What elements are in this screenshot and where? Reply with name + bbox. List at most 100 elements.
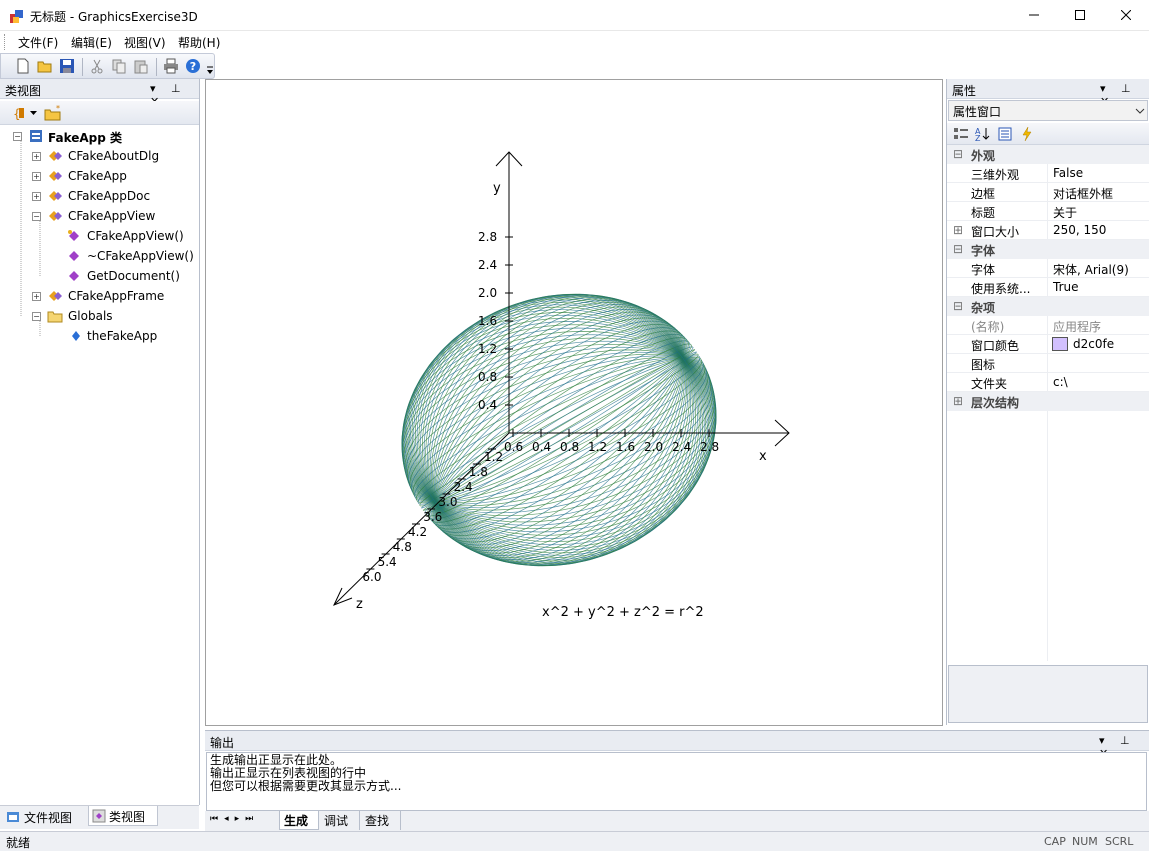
tab-build[interactable]: 生成 [279, 811, 319, 830]
paste-icon[interactable] [133, 58, 149, 74]
tab-debug[interactable]: 调试 [320, 811, 360, 830]
category-font[interactable]: ⊟ 字体 [947, 240, 1149, 259]
expand-icon[interactable]: ⊞ [953, 223, 963, 237]
property-row[interactable]: 标题 关于 [947, 202, 1149, 221]
y-tick-label: 0.8 [478, 370, 497, 384]
properties-panel: 属性 ▾ ⊥ ✕ 属性窗口 AZ ⊟外观 三维外观 False 边框 对话框外框 标… [946, 79, 1149, 725]
x-tick-label: 0.6 [504, 440, 523, 454]
property-value[interactable]: 250, 150 [1053, 223, 1106, 237]
y-tick-label: 2.4 [478, 258, 497, 272]
property-row[interactable]: 边框 对话框外框 [947, 183, 1149, 202]
class-icon [49, 191, 62, 201]
tree-expander[interactable]: − [32, 212, 41, 221]
tree-expander[interactable]: − [13, 132, 22, 141]
properties-toolbar: AZ [947, 123, 1149, 145]
menu-help[interactable]: 帮助(H) [178, 34, 220, 51]
plot-view[interactable]: y x z 0.4 0.8 1.2 1.6 2.0 2.4 2.8 0.6 0.4 0.8 1.2… [205, 79, 943, 726]
property-row[interactable]: 字体 宋体, Arial(9) [947, 259, 1149, 278]
x-tick-label: 1.6 [616, 440, 635, 454]
category-misc[interactable]: ⊟ 杂项 [947, 297, 1149, 316]
tab-class-view[interactable]: 类视图 [88, 806, 158, 826]
object-selector-value: 属性窗口 [953, 105, 1002, 119]
y-tick-label: 1.6 [478, 314, 497, 328]
tree-item[interactable]: Globals [68, 309, 113, 323]
save-icon[interactable] [59, 58, 75, 74]
tree-expander[interactable]: − [32, 312, 41, 321]
tree-item[interactable]: CFakeAppFrame [68, 289, 164, 303]
minimize-button[interactable] [1011, 0, 1057, 30]
menu-grip [4, 34, 7, 50]
events-lightning-icon[interactable] [1019, 126, 1035, 142]
output-text-area[interactable]: 生成输出正显示在此处。 输出正显示在列表视图的行中 但您可以根据需要更改其显示方… [206, 752, 1147, 811]
alphabetical-icon[interactable]: AZ [975, 126, 991, 142]
svg-text:*: * [56, 105, 60, 113]
property-row[interactable]: 图标 [947, 354, 1149, 373]
panel-title-text: 输出 [210, 736, 235, 750]
property-name: 文件夹 [971, 377, 1008, 391]
tree-item[interactable]: GetDocument() [87, 269, 180, 283]
tree-expander[interactable]: + [32, 152, 41, 161]
property-name: 图标 [971, 358, 996, 372]
property-value[interactable]: True [1053, 280, 1079, 294]
property-value[interactable]: d2c0fe [1073, 337, 1114, 351]
class-icon [49, 211, 62, 221]
window-title: 无标题 - GraphicsExercise3D [30, 10, 198, 24]
property-row[interactable]: 三维外观 False [947, 164, 1149, 183]
property-row[interactable]: 文件夹 c:\ [947, 373, 1149, 392]
tab-label: 生成 [284, 814, 309, 828]
property-value: 应用程序 [1053, 320, 1102, 334]
sort-icon[interactable]: { [12, 105, 40, 121]
y-axis-label: y [493, 181, 501, 196]
category-appearance[interactable]: ⊟ 外观 [947, 145, 1149, 164]
property-row[interactable]: 使用系统... True [947, 278, 1149, 297]
new-file-icon[interactable] [15, 58, 31, 74]
object-selector[interactable]: 属性窗口 [948, 100, 1148, 121]
tree-item[interactable]: CFakeAppDoc [68, 189, 150, 203]
close-button[interactable] [1103, 0, 1149, 30]
menu-view[interactable]: 视图(V) [124, 34, 166, 51]
category-label: 字体 [971, 244, 996, 258]
print-icon[interactable] [163, 58, 179, 74]
categorized-icon[interactable] [953, 126, 969, 142]
menu-file[interactable]: 文件(F) [18, 34, 58, 51]
property-value[interactable]: c:\ [1053, 375, 1068, 389]
tree-item[interactable]: CFakeAppView [68, 209, 155, 223]
property-pages-icon[interactable] [997, 126, 1013, 142]
tree-root[interactable]: FakeApp 类 [48, 129, 122, 146]
folder-icon [47, 311, 63, 323]
x-tick-label: 2.8 [700, 440, 719, 454]
tree-item[interactable]: ~CFakeAppView() [87, 249, 194, 263]
menu-edit[interactable]: 编辑(E) [71, 34, 112, 51]
property-row[interactable]: ⊞ 窗口大小 250, 150 [947, 221, 1149, 240]
property-value[interactable]: 宋体, Arial(9) [1053, 261, 1129, 278]
tree-item[interactable]: CFakeAppView() [87, 229, 184, 243]
tree-expander[interactable]: + [32, 172, 41, 181]
tree-expander[interactable]: + [32, 192, 41, 201]
category-hierarchy[interactable]: ⊞ 层次结构 [947, 392, 1149, 411]
copy-icon[interactable] [111, 58, 127, 74]
property-value[interactable]: 对话框外框 [1053, 185, 1113, 202]
x-tick-label: 0.8 [560, 440, 579, 454]
tab-find[interactable]: 查找 [361, 811, 401, 830]
tree-item[interactable]: CFakeApp [68, 169, 127, 183]
tab-file-view[interactable]: 文件视图 [4, 808, 86, 826]
tree-expander[interactable]: + [32, 292, 41, 301]
property-row[interactable]: (名称) 应用程序 [947, 316, 1149, 335]
color-swatch[interactable] [1052, 337, 1068, 351]
open-folder-icon[interactable] [37, 58, 53, 74]
tree-item[interactable]: CFakeAboutDlg [68, 149, 159, 163]
tab-scroll-buttons[interactable]: ⏮◂▸⏭ [210, 814, 259, 824]
property-value[interactable]: False [1053, 166, 1083, 180]
tab-label: 查找 [365, 814, 390, 828]
properties-title: 属性 ▾ ⊥ ✕ [947, 79, 1149, 108]
sphere-curves [401, 293, 717, 567]
cut-icon[interactable] [89, 58, 105, 74]
equation-label: x^2 + y^2 + z^2 = r^2 [542, 605, 704, 620]
tree-item[interactable]: theFakeApp [87, 329, 157, 343]
property-value[interactable]: 关于 [1053, 204, 1077, 221]
toolbar-overflow-icon[interactable] [206, 66, 214, 76]
new-folder-icon[interactable]: * [44, 105, 62, 121]
property-row[interactable]: 窗口颜色 d2c0fe [947, 335, 1149, 354]
maximize-button[interactable] [1057, 0, 1103, 30]
help-icon[interactable]: ? [185, 58, 201, 74]
